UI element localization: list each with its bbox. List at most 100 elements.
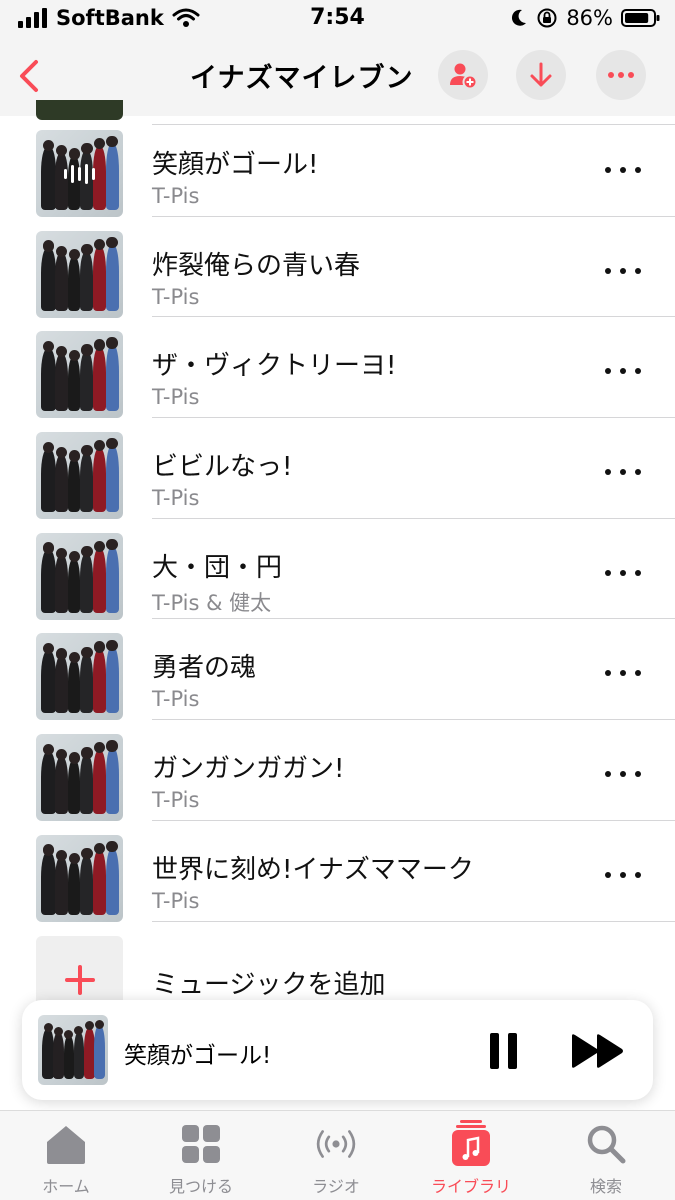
track-more-button[interactable] [605,160,641,180]
photo-figure [53,1033,64,1080]
photo-head [106,840,118,853]
track-artwork [36,331,123,419]
ellipsis-dot [635,670,641,677]
ellipsis-dot [620,267,626,274]
photo-figure [92,649,107,714]
photo-head [42,240,55,252]
photo-head [93,741,106,754]
ellipsis-dot [620,771,626,778]
tab-library[interactable]: ライブラリ [411,1119,531,1200]
track-row[interactable]: 大・団・円 T-Pis & 健太 [0,519,675,620]
track-artist: T-Pis [152,486,200,511]
track-row[interactable]: ガンガンガガン! T-Pis [0,720,675,822]
photo-figure [73,1031,85,1080]
pause-icon [490,1033,517,1069]
photo-head [81,747,93,759]
track-more-button[interactable] [605,663,641,683]
person-add-icon [450,63,478,90]
tab-home[interactable]: ホーム [6,1119,126,1200]
photo-figure [41,852,56,915]
plus-icon [64,964,95,995]
photo-figure [68,558,81,613]
track-artwork [36,130,123,217]
track-artist: T-Pis [152,284,200,309]
track-row[interactable]: ザ・ヴィクトリーヨ! T-Pis [0,317,675,419]
ellipsis-dot [635,469,641,476]
ellipsis-dot [605,267,611,274]
track-more-button[interactable] [605,462,641,482]
home-icon [41,1119,91,1169]
tab-bar: ホーム 見つける ラジオ ライブラリ 検索 [0,1110,675,1200]
mini-player[interactable]: 笑顔がゴール! [22,1000,653,1100]
tab-search[interactable]: 検索 [546,1119,666,1200]
photo-figure [80,452,94,513]
chevron-left-icon [20,60,38,92]
ellipsis-dot [605,670,611,677]
page-title: イナズマイレブン [190,63,414,94]
moon-icon [512,9,527,26]
track-artist: T-Pis & 健太 [152,590,272,615]
ellipsis-dot [605,368,611,375]
tab-label: 見つける [168,1177,233,1196]
photo-head [81,847,93,860]
photo-head [106,337,118,349]
ellipsis-dot [620,167,626,173]
track-artist: T-Pis [152,184,200,208]
track-row[interactable]: 笑顔がゴール! T-Pis [0,116,675,217]
track-more-button[interactable] [605,361,641,381]
photo-figure [105,244,119,311]
ellipsis-dot [635,871,641,878]
photo-head [56,245,68,257]
more-options-button[interactable] [596,50,646,100]
mini-player-artwork [38,1015,108,1085]
photo-head [106,538,118,551]
photo-head [43,1022,53,1032]
track-more-button[interactable] [605,865,641,885]
track-row[interactable]: 炸裂俺らの青い春 T-Pis [0,217,675,318]
album-photo [38,1015,108,1085]
ellipsis-dot [635,771,641,778]
track-row[interactable]: 勇者の魂 T-Pis [0,619,675,721]
next-track-button[interactable] [570,1030,626,1072]
tab-radio[interactable]: ラジオ [276,1119,396,1200]
ellipsis-dot [605,569,611,576]
photo-figure [80,553,94,613]
track-artwork [36,532,123,620]
track-more-button[interactable] [605,563,641,583]
rotation-lock-icon [537,8,557,28]
photo-figure [68,256,81,311]
photo-figure [41,449,56,513]
photo-figure [80,654,94,714]
tab-browse[interactable]: 見つける [141,1119,261,1200]
photo-head [56,346,68,358]
photo-figure [42,1029,55,1080]
photo-figure [41,550,56,613]
track-row[interactable]: 世界に刻め!イナズママーク T-Pis [0,821,675,922]
track-artist: T-Pis [152,687,200,712]
photo-figure [68,357,81,412]
photo-head [93,238,106,250]
photo-figure [92,850,107,915]
track-row[interactable]: ビビルなっ! T-Pis [0,418,675,520]
track-title: 世界に刻め!イナズママーク [152,854,474,885]
album-photo [36,532,123,620]
album-photo [36,331,123,419]
add-music-label: ミュージックを追加 [152,970,386,1000]
pause-button[interactable] [484,1030,524,1072]
track-more-button[interactable] [605,764,641,784]
ellipsis-dot [635,569,641,576]
tab-label: ラジオ [312,1177,360,1196]
search-icon [581,1119,631,1169]
track-list: 笑顔がゴール! T-Pis 炸裂俺らの青い春 T-Pis ザ・ヴィクトリーヨ! T-Pis… [0,116,675,922]
photo-figure [105,446,119,513]
add-collaborator-button[interactable] [438,50,488,100]
back-button[interactable] [12,56,48,96]
photo-figure [55,454,69,513]
ellipsis-dot [620,569,626,576]
track-artist: T-Pis [152,385,200,410]
photo-head [68,450,80,462]
photo-figure [105,848,119,915]
track-more-button[interactable] [605,261,641,281]
photo-figure [55,253,69,311]
download-button[interactable] [516,50,566,100]
